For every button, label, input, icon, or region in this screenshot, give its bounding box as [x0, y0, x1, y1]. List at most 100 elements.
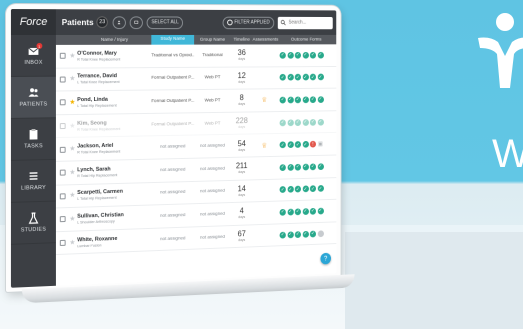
form-complete-icon[interactable]: ✓ [302, 51, 309, 59]
column-header-name[interactable]: Name / Injury [77, 37, 151, 42]
star-icon[interactable]: ★ [69, 192, 75, 199]
form-complete-icon[interactable]: ✓ [317, 185, 324, 193]
star-icon[interactable]: ★ [69, 76, 75, 83]
form-complete-icon[interactable]: ✓ [309, 163, 317, 171]
row-checkbox[interactable] [59, 76, 66, 83]
export-button[interactable] [129, 15, 143, 29]
form-complete-icon[interactable]: ✓ [317, 51, 324, 59]
row-checkbox[interactable] [59, 123, 66, 130]
form-complete-icon[interactable]: ✓ [309, 118, 317, 126]
assessment-trophy-icon[interactable]: ♕ [261, 97, 267, 104]
form-complete-icon[interactable]: ✓ [294, 118, 301, 126]
star-icon[interactable]: ★ [69, 169, 75, 176]
form-complete-icon[interactable]: ✓ [279, 186, 286, 194]
row-checkbox[interactable] [59, 146, 66, 153]
form-complete-icon[interactable]: ✓ [294, 51, 301, 59]
form-complete-icon[interactable]: ✓ [317, 207, 324, 215]
form-complete-icon[interactable]: ✓ [294, 186, 301, 193]
form-complete-icon[interactable]: ✓ [302, 96, 309, 104]
form-complete-icon[interactable]: ✓ [317, 73, 324, 81]
row-checkbox[interactable] [59, 99, 66, 106]
select-all-button[interactable]: SELECT ALL [146, 15, 184, 29]
row-checkbox[interactable] [59, 239, 66, 247]
form-complete-icon[interactable]: ✓ [302, 185, 309, 193]
form-complete-icon[interactable]: ✓ [294, 208, 301, 216]
form-complete-icon[interactable]: ✓ [279, 51, 286, 59]
form-complete-icon[interactable]: ✓ [279, 141, 286, 149]
table-row[interactable]: ★ Terrance, David L Total Knee Replaceme… [55, 66, 337, 92]
form-complete-icon[interactable]: ✓ [287, 208, 294, 216]
sidebar-item-library[interactable]: LIBRARY [10, 159, 56, 203]
column-header-timeline[interactable]: Timeline [231, 37, 253, 42]
form-complete-icon[interactable]: ✓ [279, 74, 286, 81]
form-complete-icon[interactable]: ✓ [309, 74, 317, 81]
row-checkbox[interactable] [59, 53, 66, 60]
column-header-outcome-forms[interactable]: Outcome Forms [276, 37, 336, 42]
form-complete-icon[interactable]: ✓ [294, 96, 301, 104]
patient-name-cell[interactable]: Terrance, David L Total Knee Replacement [77, 73, 151, 85]
form-complete-icon[interactable]: ✓ [287, 51, 294, 59]
sidebar-item-studies[interactable]: STUDIES [10, 201, 56, 245]
form-complete-icon[interactable]: ✓ [279, 164, 286, 171]
assessment-trophy-icon[interactable]: ♕ [261, 142, 267, 149]
sidebar-item-tasks[interactable]: TASKS [10, 118, 56, 161]
star-icon[interactable]: ★ [69, 122, 75, 129]
form-complete-icon[interactable]: ✓ [302, 208, 309, 215]
form-complete-icon[interactable]: ✓ [302, 118, 309, 126]
form-complete-icon[interactable]: ✓ [287, 186, 294, 194]
form-complete-icon[interactable]: ✓ [302, 163, 309, 171]
patient-name-cell[interactable]: Scarpetti, Carmen L Total Hip Replacemen… [77, 188, 151, 201]
star-icon[interactable]: ★ [69, 239, 75, 246]
row-checkbox[interactable] [59, 216, 66, 223]
form-complete-icon[interactable]: ✓ [279, 119, 286, 126]
form-complete-icon[interactable]: ✓ [279, 231, 286, 239]
form-complete-icon[interactable]: ✓ [287, 231, 294, 238]
star-icon[interactable]: ★ [69, 216, 75, 223]
search-input[interactable] [288, 19, 333, 26]
form-complete-icon[interactable]: ✓ [294, 74, 301, 81]
sidebar-item-inbox[interactable]: 1 INBOX [10, 34, 56, 77]
form-complete-icon[interactable]: ✓ [279, 208, 286, 216]
form-complete-icon[interactable]: ✓ [317, 118, 324, 126]
form-complete-icon[interactable]: ✓ [302, 230, 309, 238]
patient-name-cell[interactable]: Lynch, Sarah R Total Hip Replacement [77, 165, 151, 178]
form-complete-icon[interactable]: ✓ [302, 141, 309, 148]
patient-name-cell[interactable]: Pond, Linda L Total Hip Replacement [77, 96, 151, 108]
form-complete-icon[interactable]: ✓ [309, 207, 317, 215]
star-icon[interactable]: ★ [69, 99, 75, 106]
patient-name-cell[interactable]: White, Roxanne Lumbar Fusion [77, 234, 151, 248]
form-complete-icon[interactable]: ✓ [317, 163, 324, 170]
form-complete-icon[interactable]: ✓ [309, 230, 317, 238]
add-patient-button[interactable] [112, 15, 126, 29]
form-pending-icon[interactable] [317, 229, 324, 237]
column-header-assessments[interactable]: Assessments [253, 37, 279, 42]
form-complete-icon[interactable]: ✓ [309, 51, 317, 59]
form-complete-icon[interactable]: ✓ [309, 185, 317, 193]
column-header-group[interactable]: Group Name [194, 37, 231, 42]
form-complete-icon[interactable]: ✓ [287, 96, 294, 104]
form-complete-icon[interactable]: ✓ [287, 119, 294, 126]
app-logo[interactable]: Force [10, 9, 56, 35]
star-icon[interactable]: ★ [69, 146, 75, 153]
patient-name-cell[interactable]: O'Connor, Mary R Total Knee Replacement [77, 50, 151, 61]
table-row[interactable]: ★ O'Connor, Mary R Total Knee Replacemen… [55, 44, 337, 69]
patient-name-cell[interactable]: Sullivan, Christian L Shoulder Arthrosco… [77, 211, 151, 224]
column-header-study[interactable]: Study Name [151, 34, 195, 45]
patient-name-cell[interactable]: Jackson, Ariel R Total Knee Replacement [77, 142, 151, 155]
form-complete-icon[interactable]: ✓ [279, 96, 286, 104]
form-complete-icon[interactable]: ✓ [294, 141, 301, 149]
form-complete-icon[interactable]: ✓ [294, 163, 301, 171]
form-complete-icon[interactable]: ✓ [287, 163, 294, 171]
sidebar-item-patients[interactable]: PATIENTS [10, 76, 56, 119]
filter-applied-button[interactable]: FILTER APPLIED [222, 16, 275, 29]
form-overdue-icon[interactable]: ! [309, 140, 317, 148]
form-complete-icon[interactable]: ✓ [287, 141, 294, 149]
form-complete-icon[interactable]: ✓ [294, 230, 301, 238]
form-complete-icon[interactable]: ✓ [302, 74, 309, 81]
search-box[interactable] [277, 16, 333, 29]
row-checkbox[interactable] [59, 169, 66, 176]
row-checkbox[interactable] [59, 193, 66, 200]
form-complete-icon[interactable]: ✓ [317, 96, 324, 103]
patient-name-cell[interactable]: Kim, Seong R Total Knee Replacement [77, 119, 151, 131]
star-icon[interactable]: ★ [69, 53, 75, 60]
